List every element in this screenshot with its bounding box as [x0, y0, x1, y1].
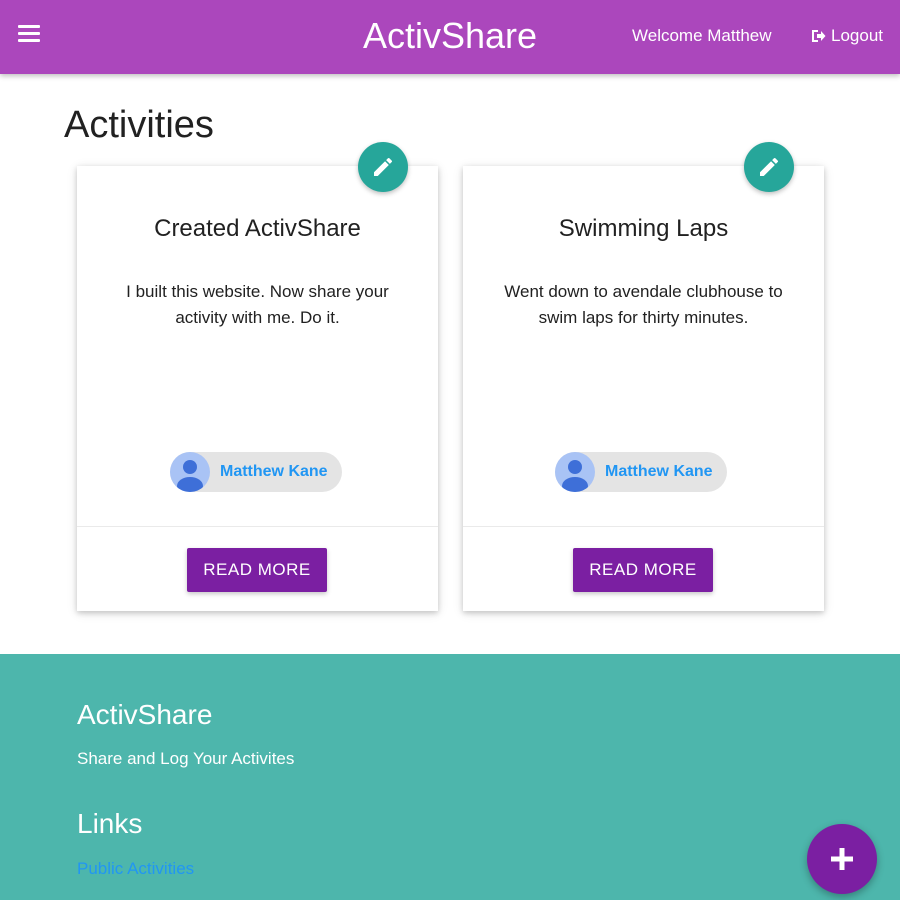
activity-description: I built this website. Now share your act…: [126, 282, 389, 327]
avatar: [555, 452, 595, 492]
welcome-text: Welcome Matthew: [632, 26, 772, 45]
activity-title: Created ActivShare: [154, 215, 361, 242]
card-divider: [77, 526, 438, 527]
pencil-icon: [374, 157, 393, 176]
read-more-button[interactable]: READ MORE: [187, 548, 327, 592]
logout-label: Logout: [831, 26, 883, 45]
sign-out-icon: [812, 30, 826, 42]
footer-link-public-activities[interactable]: Public Activities: [77, 858, 194, 880]
author-name: Matthew Kane: [605, 463, 713, 480]
logout-link[interactable]: Logout: [811, 25, 883, 47]
page-footer: ActivShare Share and Log Your Activites …: [0, 654, 900, 900]
read-more-button[interactable]: READ MORE: [573, 548, 713, 592]
card-divider: [463, 526, 824, 527]
hamburger-menu-icon[interactable]: [18, 25, 40, 43]
edit-activity-button[interactable]: [744, 142, 794, 192]
activity-card: Created ActivShare I built this website.…: [77, 142, 438, 611]
author-chip[interactable]: Matthew Kane: [555, 452, 727, 492]
page-title: Activities: [64, 104, 214, 146]
avatar: [170, 452, 210, 492]
user-avatar-icon: [562, 460, 588, 492]
user-avatar-icon: [177, 460, 203, 492]
activity-card: Swimming Laps Went down to avendale club…: [463, 142, 824, 611]
add-activity-button[interactable]: [807, 824, 877, 894]
footer-links-heading: Links: [77, 808, 143, 839]
footer-title: ActivShare: [77, 699, 213, 730]
brand-logo[interactable]: ActivShare: [363, 15, 537, 56]
pencil-icon: [760, 157, 779, 176]
author-name: Matthew Kane: [220, 463, 328, 480]
plus-icon: [831, 848, 853, 870]
activity-title: Swimming Laps: [558, 215, 729, 242]
author-chip[interactable]: Matthew Kane: [170, 452, 342, 492]
top-navbar: ActivShare Welcome Matthew Logout: [0, 0, 900, 74]
edit-activity-button[interactable]: [358, 142, 408, 192]
activity-description: Went down to avendale clubhouse to swim …: [504, 282, 783, 327]
footer-tagline: Share and Log Your Activites: [77, 749, 295, 768]
